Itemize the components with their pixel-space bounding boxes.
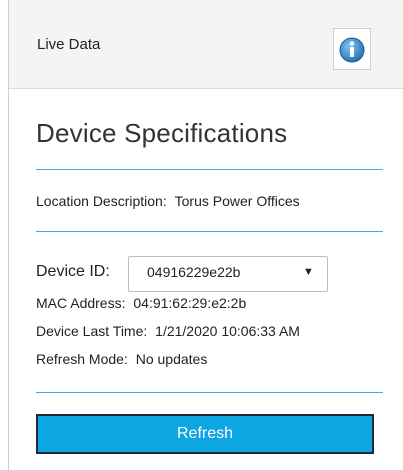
last-time-value: 1/21/2020 10:06:33 AM xyxy=(155,323,300,339)
mac-row: MAC Address: 04:91:62:29:e2:2b xyxy=(36,295,246,311)
device-id-label: Device ID: xyxy=(36,263,110,280)
info-icon xyxy=(339,37,365,63)
last-time-row: Device Last Time: 1/21/2020 10:06:33 AM xyxy=(36,323,300,339)
location-value: Torus Power Offices xyxy=(174,193,300,209)
mac-value: 04:91:62:29:e2:2b xyxy=(133,295,247,311)
refresh-mode-value: No updates xyxy=(135,351,208,367)
refresh-mode-label: Refresh Mode: xyxy=(36,351,128,367)
info-button[interactable] xyxy=(333,28,371,70)
panel-header: Live Data xyxy=(9,0,403,89)
divider xyxy=(36,231,383,232)
divider xyxy=(36,392,383,393)
device-id-select[interactable]: 04916229e22b ▼ xyxy=(128,256,328,292)
location-row: Location Description: Torus Power Office… xyxy=(36,193,300,209)
caret-down-icon: ▼ xyxy=(303,266,314,278)
live-data-panel: Live Data Device Specifications Location… xyxy=(0,0,403,470)
mac-label: MAC Address: xyxy=(36,295,126,311)
header-title: Live Data xyxy=(37,36,101,53)
last-time-label: Device Last Time: xyxy=(36,323,148,339)
divider xyxy=(36,169,383,170)
device-id-value: 04916229e22b xyxy=(147,264,241,280)
section-title: Device Specifications xyxy=(36,118,288,148)
refresh-button[interactable]: Refresh xyxy=(36,414,374,454)
refresh-mode-row: Refresh Mode: No updates xyxy=(36,351,207,367)
location-label: Location Description: xyxy=(36,193,167,209)
